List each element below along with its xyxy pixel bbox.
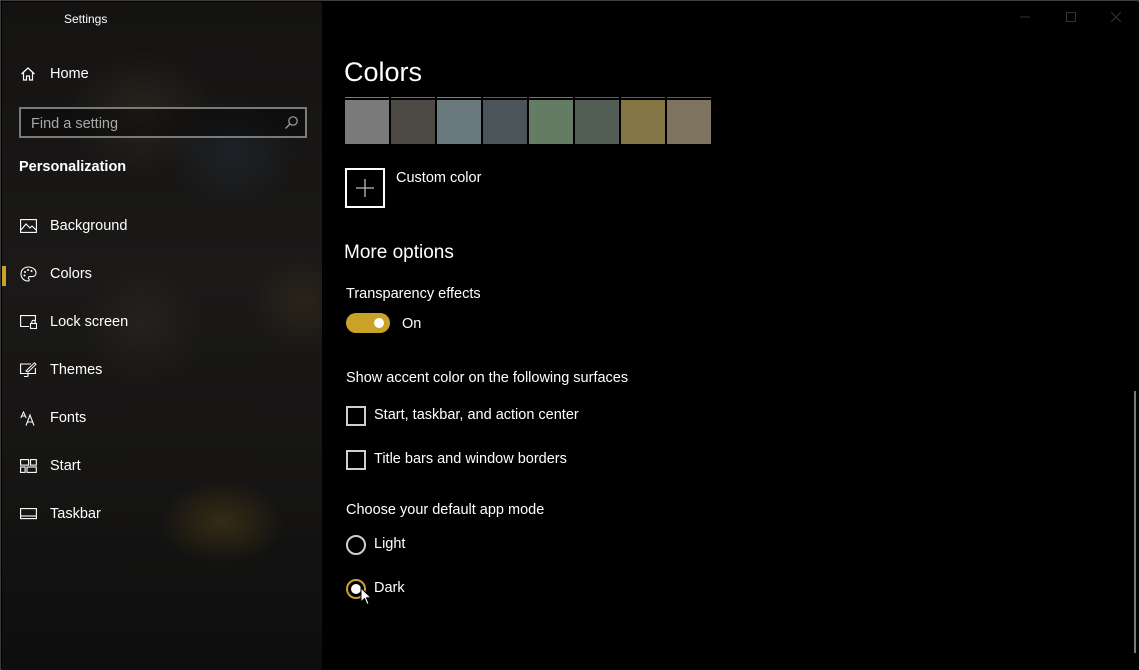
- color-swatch[interactable]: [667, 97, 711, 145]
- swatch-top-edge: [529, 97, 573, 98]
- swatch-fill: [621, 100, 665, 144]
- sidebar: Settings Home Personalization Background: [2, 2, 322, 670]
- custom-color-button[interactable]: [345, 168, 385, 208]
- sidebar-item-label: Background: [50, 218, 128, 234]
- light-mode-label[interactable]: Light: [374, 536, 405, 552]
- custom-color-label[interactable]: Custom color: [396, 170, 481, 186]
- sidebar-item-label: Start: [50, 458, 81, 474]
- dark-mode-label[interactable]: Dark: [374, 580, 405, 596]
- maximize-button[interactable]: [1048, 1, 1094, 33]
- swatch-fill: [575, 100, 619, 144]
- swatch-top-edge: [391, 97, 435, 98]
- swatch-top-edge: [345, 97, 389, 98]
- transparency-toggle[interactable]: [346, 313, 390, 333]
- swatch-top-edge: [575, 97, 619, 98]
- selected-indicator: [2, 266, 6, 286]
- swatch-fill: [437, 100, 481, 144]
- search-box[interactable]: [19, 107, 307, 138]
- swatch-top-edge: [667, 97, 711, 98]
- color-swatch[interactable]: [575, 97, 619, 145]
- swatch-top-edge: [483, 97, 527, 98]
- sidebar-item-label: Lock screen: [50, 314, 129, 330]
- themes-icon: [19, 362, 37, 378]
- sidebar-item-label: Themes: [50, 362, 103, 378]
- sidebar-item-themes[interactable]: Themes: [2, 350, 322, 390]
- color-swatch[interactable]: [345, 97, 389, 145]
- toggle-knob: [374, 318, 384, 328]
- start-icon: [19, 458, 37, 474]
- app-title: Settings: [64, 12, 108, 26]
- minimize-button[interactable]: [1002, 1, 1048, 33]
- color-swatch[interactable]: [437, 97, 481, 145]
- color-swatch[interactable]: [391, 97, 435, 145]
- app-mode-label: Choose your default app mode: [346, 502, 545, 518]
- sidebar-item-label: Taskbar: [50, 506, 101, 522]
- lock-screen-icon: [19, 314, 37, 330]
- swatch-top-edge: [437, 97, 481, 98]
- swatch-fill: [667, 100, 711, 144]
- sidebar-item-lock-screen[interactable]: Lock screen: [2, 302, 322, 342]
- sidebar-item-taskbar[interactable]: Taskbar: [2, 494, 322, 534]
- light-mode-radio[interactable]: [346, 535, 366, 555]
- sidebar-item-colors[interactable]: Colors: [2, 254, 322, 294]
- sidebar-item-start[interactable]: Start: [2, 446, 322, 486]
- section-title: Personalization: [19, 159, 127, 175]
- swatch-top-edge: [621, 97, 665, 98]
- swatch-fill: [391, 100, 435, 144]
- sidebar-item-background[interactable]: Background: [2, 206, 322, 246]
- plus-icon: [356, 179, 374, 197]
- taskbar-icon: [19, 506, 37, 522]
- maximize-icon: [1066, 12, 1076, 22]
- fonts-icon: [19, 410, 37, 426]
- sidebar-item-fonts[interactable]: Fonts: [2, 398, 322, 438]
- mouse-cursor-icon: [360, 587, 372, 606]
- picture-icon: [19, 218, 37, 234]
- close-button[interactable]: [1093, 1, 1139, 33]
- sidebar-item-label: Colors: [50, 266, 92, 282]
- more-options-heading: More options: [344, 242, 454, 263]
- color-swatch[interactable]: [483, 97, 527, 145]
- palette-icon: [19, 266, 37, 282]
- page-title: Colors: [344, 57, 423, 87]
- swatch-fill: [483, 100, 527, 144]
- scrollbar-thumb[interactable]: [1134, 391, 1136, 653]
- swatch-fill: [529, 100, 573, 144]
- close-icon: [1110, 11, 1122, 23]
- main-content: Colors Custom color More options Transpa…: [322, 2, 1139, 670]
- color-swatch[interactable]: [529, 97, 573, 145]
- accent-surfaces-label: Show accent color on the following surfa…: [346, 370, 629, 386]
- minimize-icon: [1020, 16, 1030, 18]
- search-icon[interactable]: [284, 115, 299, 134]
- sidebar-item-home[interactable]: Home: [2, 54, 322, 94]
- start-taskbar-checkbox[interactable]: [346, 406, 366, 426]
- transparency-state: On: [402, 316, 422, 332]
- settings-window: Settings Home Personalization Background: [0, 0, 1139, 670]
- sidebar-item-label: Fonts: [50, 410, 87, 426]
- transparency-label: Transparency effects: [346, 286, 481, 302]
- swatch-fill: [345, 100, 389, 144]
- start-taskbar-label[interactable]: Start, taskbar, and action center: [374, 407, 579, 423]
- color-swatch[interactable]: [621, 97, 665, 145]
- search-input[interactable]: [29, 113, 273, 135]
- sidebar-item-label: Home: [50, 66, 89, 82]
- title-bars-label[interactable]: Title bars and window borders: [374, 451, 567, 467]
- title-bars-checkbox[interactable]: [346, 450, 366, 470]
- home-icon: [19, 66, 37, 82]
